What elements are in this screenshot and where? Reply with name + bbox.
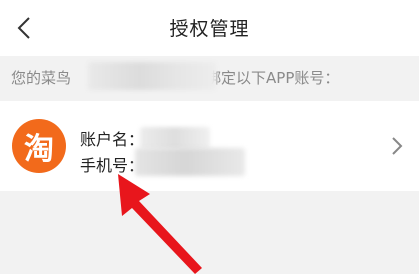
redacted-text	[88, 62, 216, 90]
chevron-right-icon[interactable]	[389, 134, 405, 158]
red-arrow-icon	[118, 174, 202, 274]
app-logo-char: 淘	[24, 132, 54, 167]
nav-bar: 授权管理	[0, 0, 419, 56]
page-title: 授权管理	[169, 18, 250, 40]
account-name-label: 账户名：	[80, 130, 145, 149]
taobao-logo-icon: 淘	[12, 119, 66, 173]
notice-prefix: 您的菜鸟	[11, 69, 72, 87]
redacted-account-name	[140, 127, 210, 149]
